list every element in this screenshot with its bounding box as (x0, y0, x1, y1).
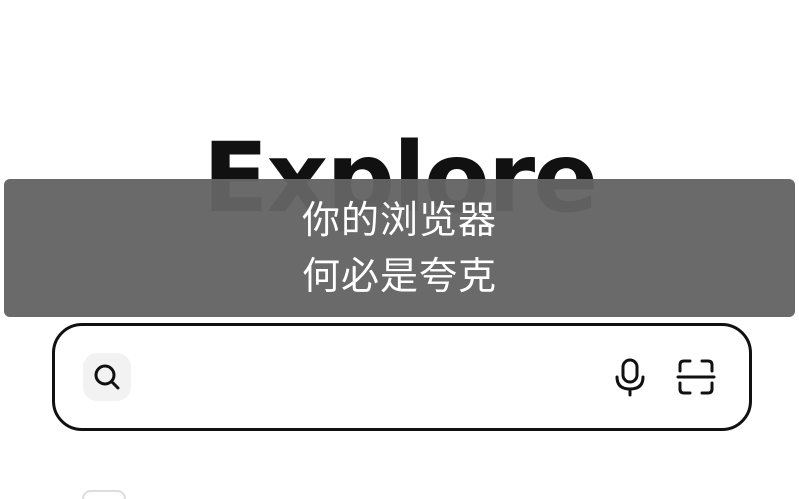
microphone-icon (615, 358, 645, 397)
scan-icon (676, 359, 716, 395)
subtitle-overlay: 你的浏览器 何必是夸克 (4, 179, 795, 317)
browser-home-page: Explore 你的浏览器 何必是夸克 (0, 0, 799, 499)
search-input[interactable] (145, 356, 599, 398)
voice-search-button[interactable] (607, 354, 653, 400)
scan-button[interactable] (673, 354, 719, 400)
bottom-shortcut-hint (82, 490, 126, 499)
search-bar[interactable] (52, 323, 752, 431)
subtitle-line-2: 何必是夸克 (301, 254, 497, 298)
subtitle-line-1: 你的浏览器 (301, 198, 497, 242)
search-icon (83, 353, 131, 401)
